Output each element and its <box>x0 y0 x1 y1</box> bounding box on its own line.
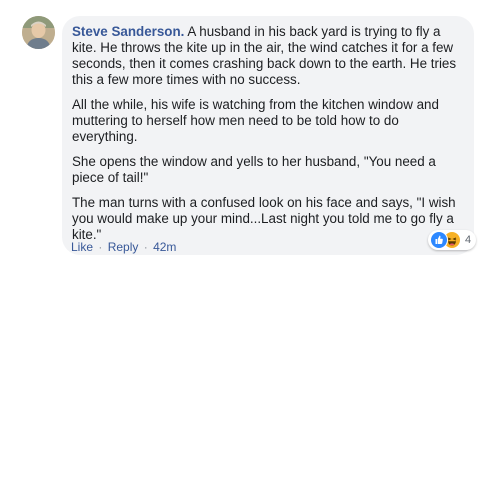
like-link[interactable]: Like <box>71 240 93 254</box>
action-separator: · <box>143 240 148 254</box>
comment: Steve Sanderson. A husband in his back y… <box>0 0 500 500</box>
author-name[interactable]: Steve Sanderson. <box>72 24 184 39</box>
reply-link[interactable]: Reply <box>108 240 139 254</box>
timestamp-link[interactable]: 42m <box>153 240 176 254</box>
action-separator: · <box>98 240 103 254</box>
comment-paragraph-3: She opens the window and yells to her hu… <box>72 154 436 185</box>
avatar-image <box>22 16 55 49</box>
like-icon <box>430 231 448 249</box>
comment-paragraph-1: Steve Sanderson. A husband in his back y… <box>72 24 462 88</box>
comment-actions: Like · Reply · 42m <box>71 240 176 254</box>
comment-bubble: Steve Sanderson. A husband in his back y… <box>62 16 474 255</box>
reaction-count: 4 <box>465 234 472 246</box>
reactions-summary[interactable]: 4 <box>428 230 477 250</box>
comment-paragraph-4: The man turns with a confused look on hi… <box>72 195 456 242</box>
avatar[interactable] <box>22 16 55 49</box>
comment-paragraph-2: All the while, his wife is watching from… <box>72 97 439 144</box>
